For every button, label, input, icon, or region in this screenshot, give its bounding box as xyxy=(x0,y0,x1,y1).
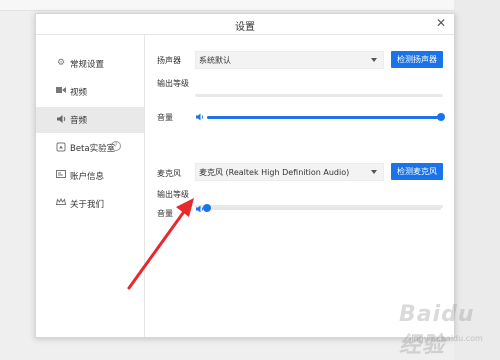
watermark: Baidu经验 jingyan.baidu.com xyxy=(365,302,495,358)
watermark-url: jingyan.baidu.com xyxy=(409,334,483,343)
watermark-logo-text: Baidu经验 xyxy=(399,302,475,358)
